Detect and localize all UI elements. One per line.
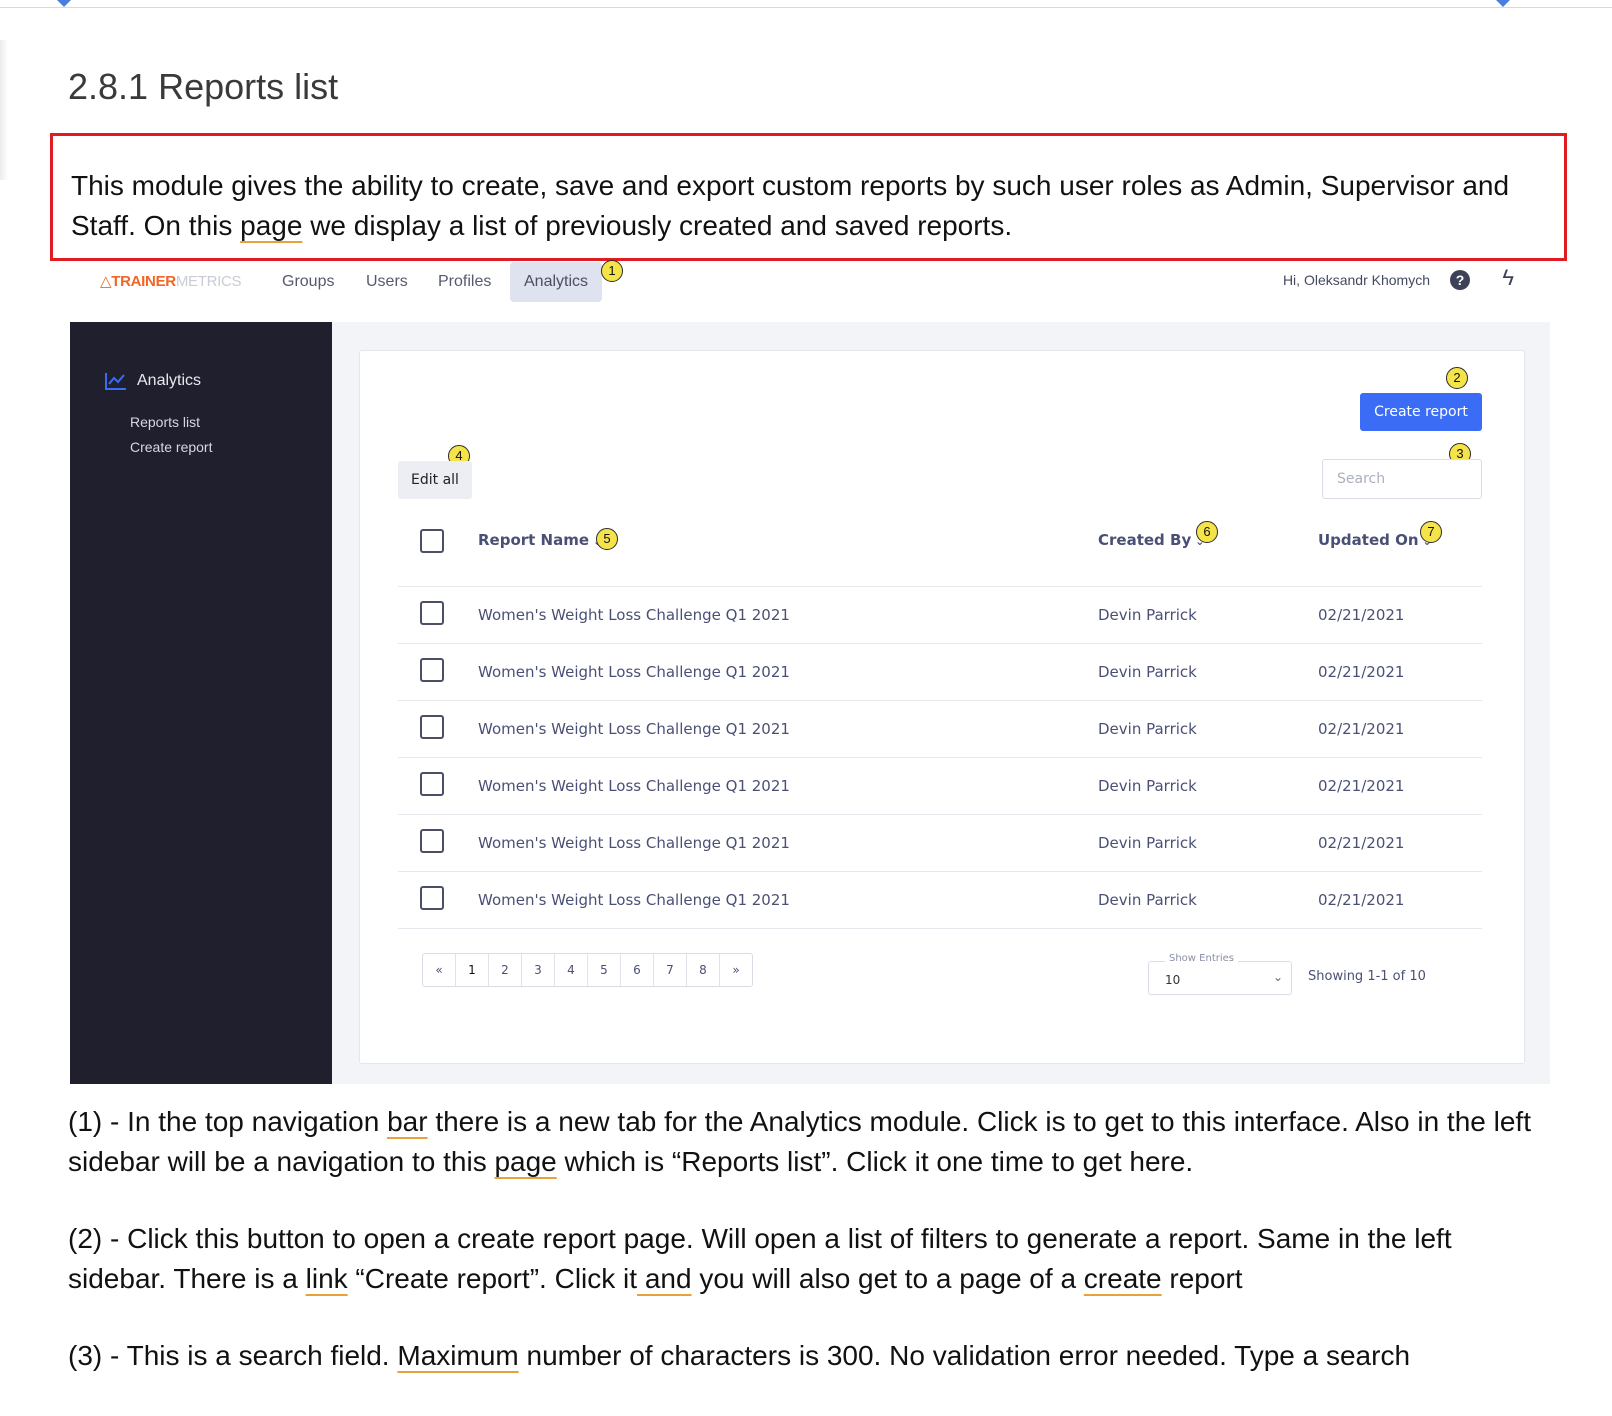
pagination-page-5[interactable]: 5: [588, 954, 621, 986]
row-checkbox[interactable]: [420, 886, 444, 910]
updated-on-cell: 02/21/2021: [1318, 606, 1405, 624]
trainermetrics-logo[interactable]: △TRAINERMETRICS: [100, 272, 242, 290]
line-chart-icon: [105, 373, 126, 390]
report-name-cell[interactable]: Women's Weight Loss Challenge Q1 2021: [478, 834, 790, 852]
report-name-cell[interactable]: Women's Weight Loss Challenge Q1 2021: [478, 891, 790, 909]
pagination-last-button[interactable]: »: [720, 954, 752, 986]
create-report-button[interactable]: Create report: [1360, 393, 1482, 431]
row-checkbox[interactable]: [420, 658, 444, 682]
spellcheck-word[interactable]: bar: [387, 1106, 427, 1137]
row-divider: [398, 814, 1482, 815]
pagination-page-1[interactable]: 1: [456, 954, 489, 986]
report-name-cell[interactable]: Women's Weight Loss Challenge Q1 2021: [478, 606, 790, 624]
spellcheck-word[interactable]: and: [637, 1263, 692, 1294]
row-checkbox[interactable]: [420, 772, 444, 796]
app-sidebar: Analytics Reports list Create report: [70, 322, 332, 1084]
help-circle-icon[interactable]: ?: [1450, 270, 1470, 290]
report-name-cell[interactable]: Women's Weight Loss Challenge Q1 2021: [478, 663, 790, 681]
pagination-page-3[interactable]: 3: [522, 954, 555, 986]
created-by-cell: Devin Parrick: [1098, 834, 1197, 852]
created-by-cell: Devin Parrick: [1098, 663, 1197, 681]
edit-all-button[interactable]: Edit all: [398, 461, 472, 499]
created-by-cell: Devin Parrick: [1098, 606, 1197, 624]
table-header-divider: [398, 586, 1482, 587]
row-divider: [398, 757, 1482, 758]
sidebar-heading-label: Analytics: [137, 372, 202, 389]
row-divider: [398, 643, 1482, 644]
spellcheck-word[interactable]: Maximum: [397, 1340, 518, 1371]
created-by-cell: Devin Parrick: [1098, 720, 1197, 738]
intro-paragraph: This module gives the ability to create,…: [71, 166, 1541, 246]
row-divider: [398, 700, 1482, 701]
updated-on-cell: 02/21/2021: [1318, 891, 1405, 909]
row-checkbox[interactable]: [420, 601, 444, 625]
annotation-badge-7: 7: [1420, 521, 1442, 543]
ruler-left-indent-marker[interactable]: [57, 0, 71, 7]
sidebar-heading-analytics[interactable]: Analytics: [105, 372, 201, 390]
row-checkbox[interactable]: [420, 715, 444, 739]
lightning-icon[interactable]: ϟ: [1502, 265, 1514, 291]
sidebar-link-create-report[interactable]: Create report: [130, 439, 212, 455]
spellcheck-word[interactable]: link: [306, 1263, 348, 1294]
report-name-cell[interactable]: Women's Weight Loss Challenge Q1 2021: [478, 720, 790, 738]
pagination-first-button[interactable]: «: [423, 954, 456, 986]
chevron-down-icon: ⌄: [1272, 970, 1283, 984]
page-edge: [0, 40, 8, 180]
annotation-badge-1: 1: [601, 260, 623, 282]
column-header-report-name[interactable]: Report Name⌄: [478, 531, 602, 549]
paragraph-note-3: (3) - This is a search field. Maximum nu…: [68, 1340, 1411, 1371]
app-top-nav: △TRAINERMETRICS Groups Users Profiles An…: [70, 260, 1550, 323]
pagination-page-6[interactable]: 6: [621, 954, 654, 986]
nav-tab-profiles[interactable]: Profiles: [426, 262, 503, 302]
pagination-page-4[interactable]: 4: [555, 954, 588, 986]
search-input[interactable]: [1322, 459, 1482, 499]
column-header-created-by[interactable]: Created By ⌄: [1098, 531, 1204, 549]
pagination-page-7[interactable]: 7: [654, 954, 687, 986]
report-name-cell[interactable]: Women's Weight Loss Challenge Q1 2021: [478, 777, 790, 795]
show-entries-select[interactable]: 10 ⌄: [1148, 961, 1292, 995]
row-divider: [398, 928, 1482, 929]
row-checkbox[interactable]: [420, 829, 444, 853]
pagination-page-8[interactable]: 8: [687, 954, 720, 986]
spellcheck-word[interactable]: page: [240, 210, 302, 241]
spellcheck-word[interactable]: page: [494, 1146, 556, 1177]
nav-tab-analytics[interactable]: Analytics: [510, 262, 603, 302]
app-body: Analytics Reports list Create report 2 C…: [70, 322, 1550, 1084]
annotation-badge-6: 6: [1196, 521, 1218, 543]
ruler-right-indent-marker[interactable]: [1496, 0, 1510, 7]
created-by-cell: Devin Parrick: [1098, 891, 1197, 909]
updated-on-cell: 02/21/2021: [1318, 663, 1405, 681]
pagination-page-2[interactable]: 2: [489, 954, 522, 986]
sidebar-link-reports-list[interactable]: Reports list: [130, 414, 200, 430]
paragraph-note-1: (1) - In the top navigation bar there is…: [68, 1106, 1531, 1177]
user-greeting[interactable]: Hi, Oleksandr Khomych: [1283, 272, 1430, 288]
spellcheck-word[interactable]: create: [1084, 1263, 1162, 1294]
show-entries-label: Show Entries: [1165, 953, 1238, 964]
showing-count: Showing 1-1 of 10: [1308, 969, 1426, 984]
updated-on-cell: 02/21/2021: [1318, 777, 1405, 795]
intro-highlight-box: This module gives the ability to create,…: [50, 133, 1567, 261]
intro-text-end: we display a list of previously created …: [302, 210, 1013, 241]
nav-tab-users[interactable]: Users: [354, 262, 420, 302]
pagination: « 1 2 3 4 5 6 7 8 »: [422, 953, 753, 987]
triangle-logo-icon: △: [100, 273, 112, 290]
show-entries-value: 10: [1165, 973, 1181, 987]
paragraph-note-2: (2) - Click this button to open a create…: [68, 1223, 1452, 1294]
updated-on-cell: 02/21/2021: [1318, 720, 1405, 738]
select-all-checkbox[interactable]: [420, 529, 444, 553]
annotation-badge-5: 5: [596, 528, 618, 550]
created-by-cell: Devin Parrick: [1098, 777, 1197, 795]
section-title: 2.8.1 Reports list: [68, 66, 339, 107]
updated-on-cell: 02/21/2021: [1318, 834, 1405, 852]
reports-card: 2 Create report 3 4 Edit all Report Name…: [359, 350, 1525, 1064]
nav-tab-groups[interactable]: Groups: [270, 262, 346, 302]
document-ruler: [0, 0, 1612, 8]
annotation-badge-2: 2: [1446, 367, 1468, 389]
row-divider: [398, 871, 1482, 872]
column-header-updated-on[interactable]: Updated On⌄: [1318, 531, 1432, 549]
